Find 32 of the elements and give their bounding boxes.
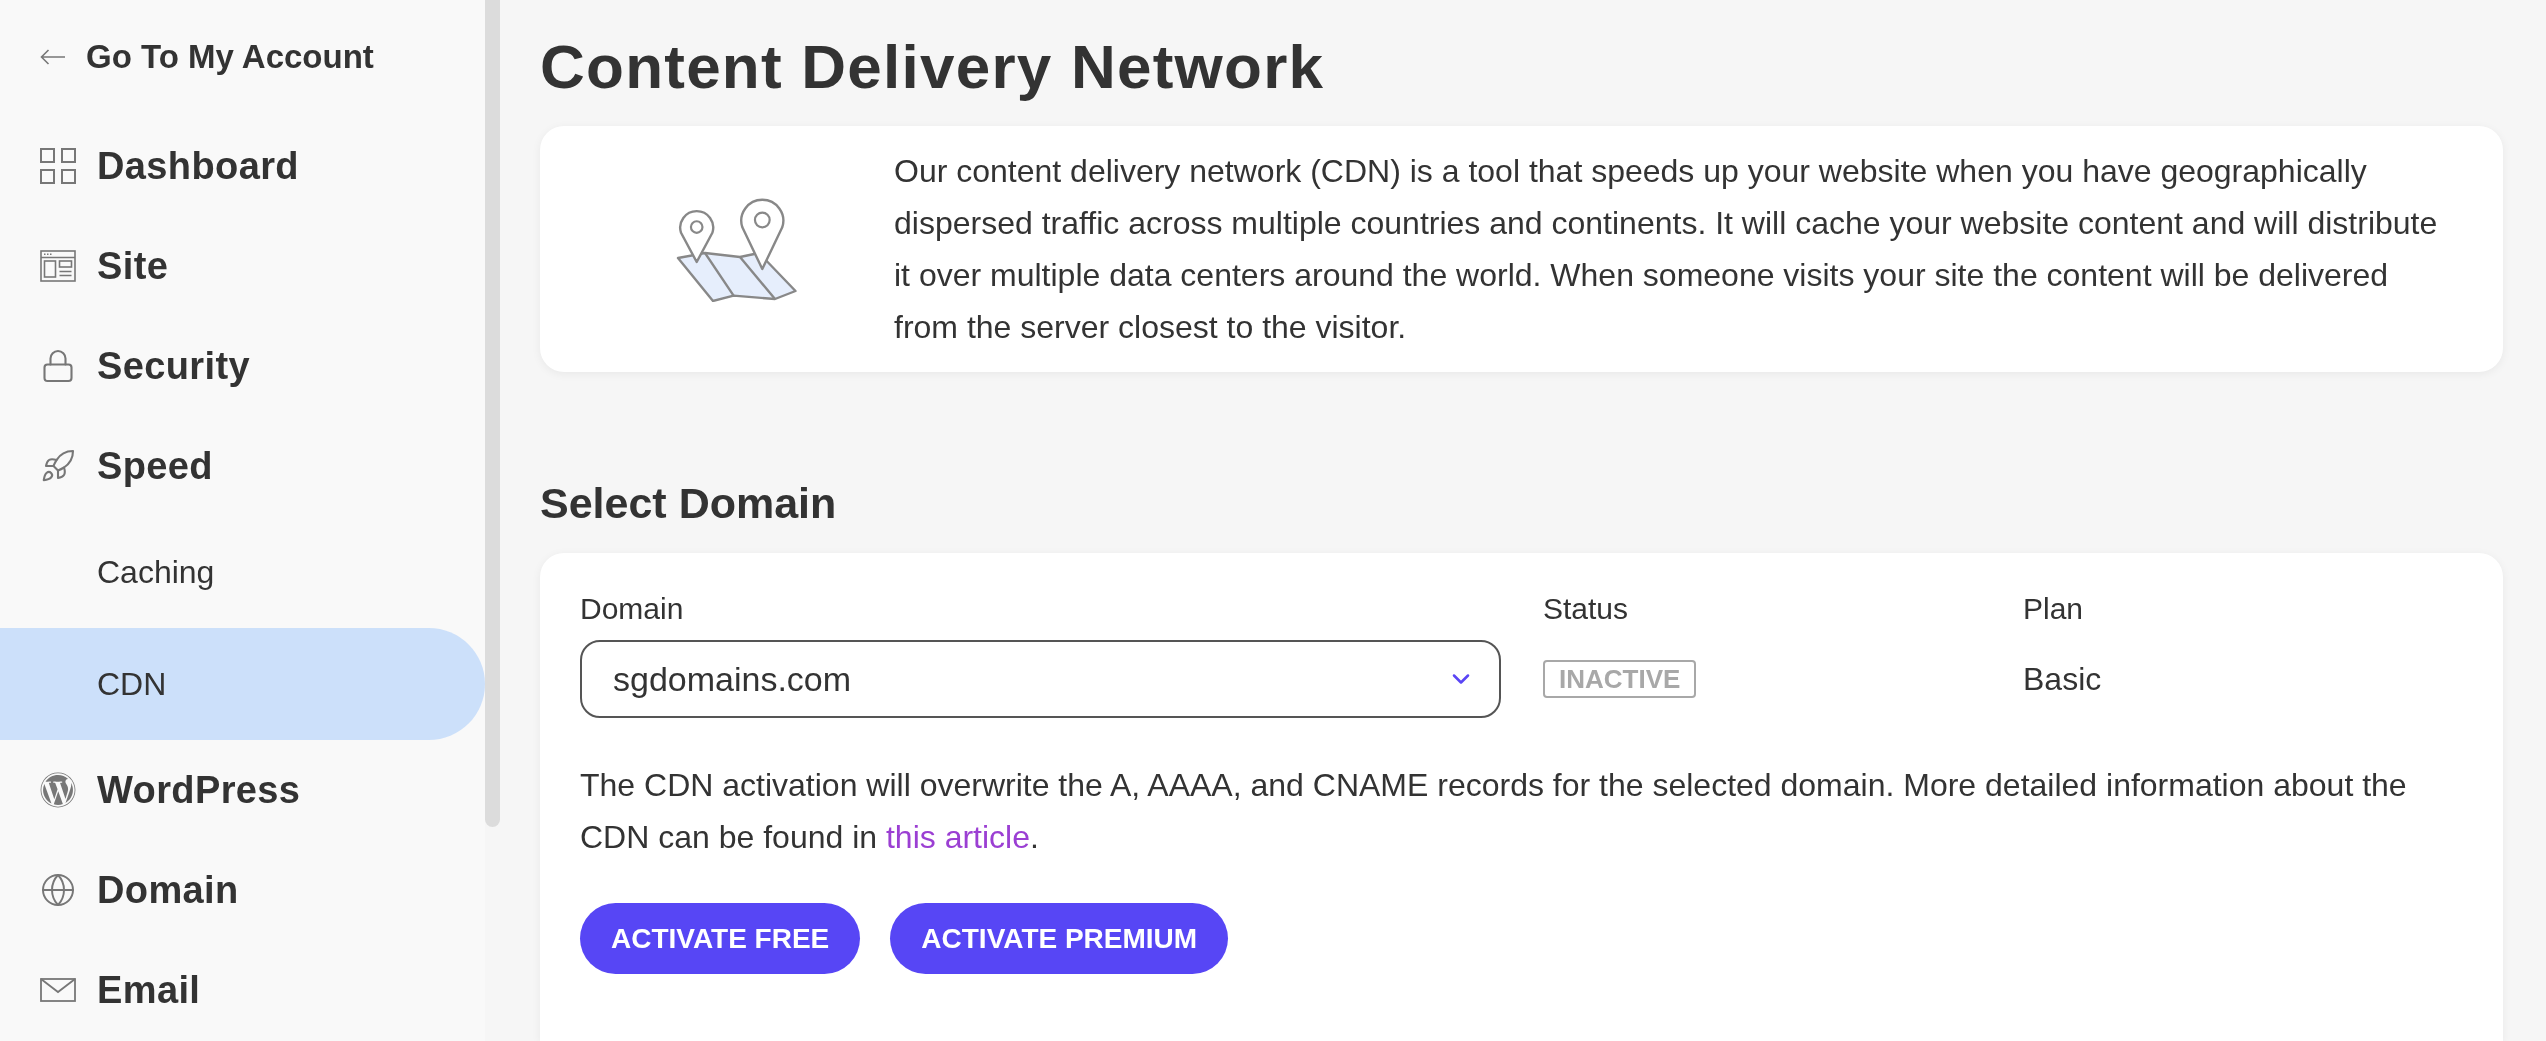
cdn-note: The CDN activation will overwrite the A, AAAA, and CNAME records for the selected domain. More detailed information about the CDN can be found in this article. [580, 766, 2408, 857]
sidebar-item[interactable]: Site [0, 216, 485, 316]
domain-select[interactable]: sgdomains.com [580, 640, 1501, 718]
sidebar-item[interactable]: WordPress [0, 740, 485, 840]
arrow-left-icon [40, 49, 66, 65]
cdn-description: Our content delivery network (CDN) is a tool that speeds up your website when you have geographically dispersed traffic across multiple countries and continents. It will cache your website content and will distribute it over multiple data centers around the world. When someone visits your site the content will be delivered from the server closest to the visitor. [894, 152, 2439, 347]
scrollbar-thumb[interactable] [485, 0, 500, 827]
sidebar-item[interactable]: Caching [0, 516, 485, 628]
sidebar-item[interactable]: Speed [0, 416, 485, 516]
browser-window-icon [40, 250, 76, 282]
sidebar-item[interactable]: CDN [0, 628, 485, 740]
map-pins-icon [676, 196, 797, 302]
envelope-icon [40, 978, 76, 1002]
activate-premium-button[interactable]: ACTIVATE PREMIUM [890, 903, 1229, 974]
domain-label: Domain [580, 591, 684, 627]
article-link[interactable]: this article [885, 819, 1030, 855]
sidebar-item[interactable]: Domain [0, 840, 485, 940]
rocket-icon [40, 448, 76, 484]
sidebar-item[interactable]: Dashboard [0, 116, 485, 216]
back-link[interactable]: Go To My Account [0, 27, 382, 87]
section-heading: Select Domain [540, 479, 837, 527]
dashboard-grid-icon [40, 148, 76, 184]
sidebar-item[interactable]: Email [0, 940, 485, 1040]
wordpress-icon [40, 772, 76, 808]
status-label: Status [1543, 591, 1629, 627]
sidebar-item[interactable]: Security [0, 316, 485, 416]
activate-free-button[interactable]: ACTIVATE FREE [580, 903, 861, 974]
lock-icon [40, 348, 76, 384]
plan-label: Plan [2023, 591, 2084, 627]
status-badge: INACTIVE [1543, 660, 1697, 698]
globe-icon [40, 872, 76, 908]
plan-value: Basic [2023, 660, 2102, 699]
